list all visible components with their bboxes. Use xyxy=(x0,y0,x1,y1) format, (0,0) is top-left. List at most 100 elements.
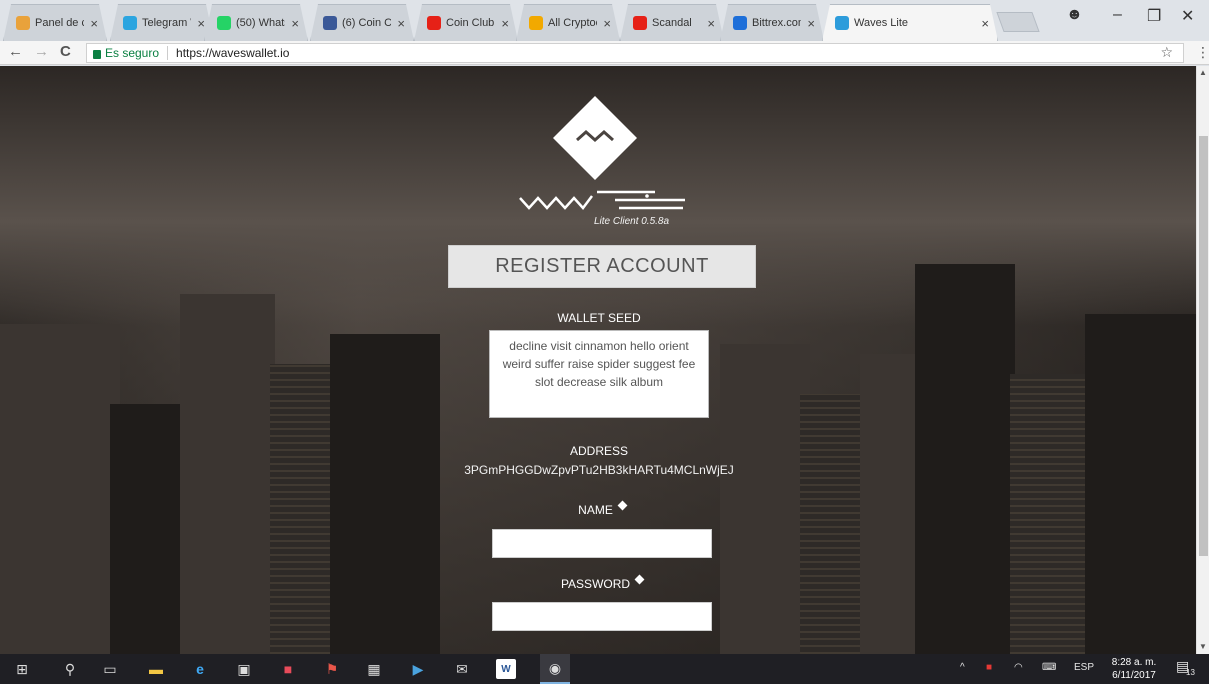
browser-tab[interactable]: Scandal × xyxy=(620,4,724,41)
tab-close-icon[interactable]: × xyxy=(397,16,405,31)
tab-favicon-icon xyxy=(123,16,137,30)
clock-date: 6/11/2017 xyxy=(1112,670,1156,681)
background-building xyxy=(330,334,440,654)
tab-close-icon[interactable]: × xyxy=(807,16,815,31)
browser-tab[interactable]: Coin Club - × xyxy=(414,4,518,41)
background-building xyxy=(915,264,1015,654)
tray-expand-icon[interactable]: ^ xyxy=(960,662,965,673)
browser-tab[interactable]: All Cryptoc × xyxy=(516,4,620,41)
forward-button[interactable]: → xyxy=(34,43,49,60)
word-icon[interactable]: W xyxy=(496,659,516,679)
browser-tab[interactable]: Panel de co × xyxy=(3,4,107,41)
lock-icon xyxy=(93,49,101,59)
tab-close-icon[interactable]: × xyxy=(981,16,989,31)
search-icon[interactable]: ⚲ xyxy=(60,659,80,679)
restore-button[interactable]: ❐ xyxy=(1147,6,1161,26)
tab-favicon-icon xyxy=(529,16,543,30)
info-diamond-icon[interactable] xyxy=(617,500,628,511)
file-explorer-icon[interactable]: ▬ xyxy=(146,659,166,679)
clock[interactable]: 8:28 a. m. 6/11/2017 xyxy=(1104,656,1164,682)
edge-browser-icon[interactable]: e xyxy=(190,659,210,679)
scroll-thumb[interactable] xyxy=(1199,136,1208,556)
profile-icon[interactable]: ☻ xyxy=(1066,6,1083,24)
tab-close-icon[interactable]: × xyxy=(501,16,509,31)
windows-start-icon[interactable]: ⊞ xyxy=(12,659,32,679)
address-bar[interactable]: Es seguro https://waveswallet.io ☆ xyxy=(86,43,1184,63)
info-diamond-icon[interactable] xyxy=(634,574,645,585)
page-scrollbar[interactable]: ▲ ▼ xyxy=(1196,66,1209,654)
tab-close-icon[interactable]: × xyxy=(291,16,299,31)
tab-favicon-icon xyxy=(633,16,647,30)
waves-logo xyxy=(553,96,637,180)
tab-favicon-icon xyxy=(427,16,441,30)
app-red-flag-icon[interactable]: ⚑ xyxy=(322,659,342,679)
tab-favicon-icon xyxy=(733,16,747,30)
background-building xyxy=(1085,314,1196,654)
address-label: ADDRESS xyxy=(569,444,628,458)
antivirus-icon[interactable]: ■ xyxy=(986,662,992,673)
browser-tab[interactable]: Bittrex.com × xyxy=(720,4,824,41)
browser-tab[interactable]: Waves Lite × xyxy=(822,4,998,41)
mail-app-icon[interactable]: ■ xyxy=(278,659,298,679)
browser-menu-icon[interactable]: ⋮ xyxy=(1196,44,1209,61)
url-text[interactable]: https://waveswallet.io xyxy=(168,46,289,60)
media-player-icon[interactable]: ▶ xyxy=(408,659,428,679)
tab-close-icon[interactable]: × xyxy=(707,16,715,31)
tab-close-icon[interactable]: × xyxy=(197,16,205,31)
task-view-icon[interactable]: ▭ xyxy=(100,659,120,679)
clock-time: 8:28 a. m. xyxy=(1111,657,1157,668)
name-input[interactable] xyxy=(492,529,712,558)
tab-favicon-icon xyxy=(323,16,337,30)
calculator-icon[interactable]: ▦ xyxy=(364,659,384,679)
tab-title: Scandal xyxy=(652,17,692,29)
tab-title: (50) WhatsA xyxy=(236,17,285,29)
tab-title: Waves Lite xyxy=(854,17,909,29)
name-label-row: NAME xyxy=(492,500,712,517)
tab-favicon-icon xyxy=(16,16,30,30)
waves-wordmark-logo xyxy=(519,190,685,210)
password-label-row: PASSWORD xyxy=(492,574,712,591)
tab-title: Panel de co xyxy=(35,17,85,29)
notification-count: 13 xyxy=(1186,668,1195,677)
tab-favicon-icon xyxy=(217,16,231,30)
tab-title: Telegram W xyxy=(142,17,188,29)
password-label: PASSWORD xyxy=(560,577,631,591)
bookmark-star-icon[interactable]: ☆ xyxy=(1160,44,1173,61)
back-button[interactable]: ← xyxy=(8,43,23,60)
new-tab-button[interactable] xyxy=(996,12,1040,32)
scroll-down-arrow-icon[interactable]: ▼ xyxy=(1199,642,1207,651)
background-building xyxy=(860,354,920,654)
tab-title: All Cryptoc xyxy=(548,17,598,29)
chrome-icon[interactable]: ◉ xyxy=(540,654,570,684)
background-building xyxy=(0,324,120,654)
windows-taskbar: ⊞ ⚲ ▭ ▬ e ▣ ■ ⚑ ▦ ▶ ✉ W ◉ ^ ■ ◠ ⌨ ESP 8:… xyxy=(0,654,1209,684)
version-label: Lite Client 0.5.8a xyxy=(594,216,670,227)
language-indicator[interactable]: ESP xyxy=(1074,662,1094,673)
store-icon[interactable]: ▣ xyxy=(234,659,254,679)
browser-tab[interactable]: (50) WhatsA × xyxy=(204,4,308,41)
browser-tab[interactable]: Telegram W × xyxy=(110,4,214,41)
wallet-seed-label: WALLET SEED xyxy=(557,311,641,325)
address-value: 3PGmPHGGDwZpvPTu2HB3kHARTu4MCLnWjEJ xyxy=(464,463,734,477)
tab-favicon-icon xyxy=(835,16,849,30)
close-window-button[interactable]: ✕ xyxy=(1181,6,1194,26)
minimize-button[interactable]: – xyxy=(1113,6,1122,24)
tab-close-icon[interactable]: × xyxy=(90,16,98,31)
secure-label: Es seguro xyxy=(105,46,160,60)
tab-title: (6) Coin Clu xyxy=(342,17,392,29)
wallet-seed-box[interactable]: decline visit cinnamon hello orient weir… xyxy=(489,330,709,418)
tab-title: Coin Club - xyxy=(446,17,495,29)
mail-icon[interactable]: ✉ xyxy=(452,659,472,679)
tab-close-icon[interactable]: × xyxy=(603,16,611,31)
keyboard-icon[interactable]: ⌨ xyxy=(1042,662,1056,673)
scroll-up-arrow-icon[interactable]: ▲ xyxy=(1199,68,1207,77)
browser-toolbar: ← → C Es seguro https://waveswallet.io ☆ xyxy=(0,41,1209,65)
reload-button[interactable]: C xyxy=(60,43,71,60)
background-building xyxy=(110,404,190,654)
register-account-button[interactable]: REGISTER ACCOUNT xyxy=(448,245,756,288)
name-label: NAME xyxy=(578,503,613,517)
browser-tab[interactable]: (6) Coin Clu × xyxy=(310,4,414,41)
password-input[interactable] xyxy=(492,602,712,631)
secure-indicator[interactable]: Es seguro xyxy=(87,46,167,60)
wifi-icon[interactable]: ◠ xyxy=(1014,662,1023,673)
